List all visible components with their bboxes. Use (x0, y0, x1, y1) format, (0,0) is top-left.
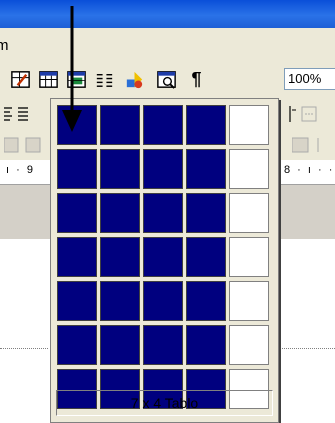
zoom-value: 100% (288, 71, 322, 86)
table-cell-selected[interactable] (186, 281, 226, 321)
drawing-button[interactable] (122, 67, 147, 92)
insert-table-icon (39, 71, 58, 88)
table-cell-selected[interactable] (186, 149, 226, 189)
zoom-input[interactable]: 100% (284, 68, 335, 90)
menu-item-partial[interactable]: m (0, 37, 9, 54)
table-cell[interactable] (229, 149, 269, 189)
columns-button[interactable] (92, 67, 117, 92)
pointer-arrow-icon (62, 6, 82, 132)
table-cell[interactable] (229, 281, 269, 321)
table-cell-selected[interactable] (100, 281, 140, 321)
table-cell-selected[interactable] (57, 193, 97, 233)
sort-button-icon[interactable] (292, 136, 332, 154)
tables-and-borders-button[interactable] (8, 67, 33, 92)
table-cell-selected[interactable] (186, 325, 226, 365)
document-map-icon (157, 71, 176, 89)
table-cell[interactable] (229, 325, 269, 365)
table-cell-selected[interactable] (100, 149, 140, 189)
text-boundary-right (282, 348, 335, 349)
table-cell-selected[interactable] (57, 325, 97, 365)
ruler-right-text: 8 · ı · · (284, 164, 335, 176)
table-cell-selected[interactable] (57, 281, 97, 321)
table-cell-selected[interactable] (143, 281, 183, 321)
table-size-grid[interactable] (57, 105, 269, 409)
table-cell-selected[interactable] (143, 149, 183, 189)
pilcrow-icon: ¶ (191, 69, 202, 89)
insert-table-button[interactable] (36, 67, 61, 92)
table-cell-selected[interactable] (100, 237, 140, 277)
disabled-buttons-icon[interactable] (4, 136, 48, 154)
table-size-status: 7 x 4 Tablo (56, 390, 273, 416)
table-cell-selected[interactable] (186, 237, 226, 277)
table-cell-selected[interactable] (143, 105, 183, 145)
ruler-left-text: ı · 9 (6, 164, 35, 176)
table-cell-selected[interactable] (143, 193, 183, 233)
align-buttons-icon[interactable] (4, 106, 40, 122)
table-cell-selected[interactable] (100, 325, 140, 365)
table-cell-selected[interactable] (57, 149, 97, 189)
table-cell-selected[interactable] (143, 325, 183, 365)
table-cell[interactable] (229, 105, 269, 145)
table-cell-selected[interactable] (100, 105, 140, 145)
text-boundary-left (0, 348, 48, 349)
table-cell-selected[interactable] (100, 193, 140, 233)
table-cell-selected[interactable] (143, 237, 183, 277)
menu-bar: m (0, 28, 335, 63)
table-cell[interactable] (229, 237, 269, 277)
insert-table-picker: 7 x 4 Tablo (50, 98, 279, 423)
table-cell[interactable] (229, 193, 269, 233)
standard-toolbar: ¶ 100% (0, 62, 335, 99)
table-cell-selected[interactable] (186, 105, 226, 145)
table-cell-selected[interactable] (57, 237, 97, 277)
table-cell-selected[interactable] (186, 193, 226, 233)
drawing-icon (126, 71, 143, 89)
document-map-button[interactable] (154, 67, 179, 92)
tables-and-borders-icon (11, 71, 30, 88)
format-buttons-icon[interactable] (288, 104, 328, 124)
show-hide-formatting-button[interactable]: ¶ (184, 67, 209, 92)
columns-icon (96, 73, 113, 87)
window-title-bar (0, 0, 335, 28)
